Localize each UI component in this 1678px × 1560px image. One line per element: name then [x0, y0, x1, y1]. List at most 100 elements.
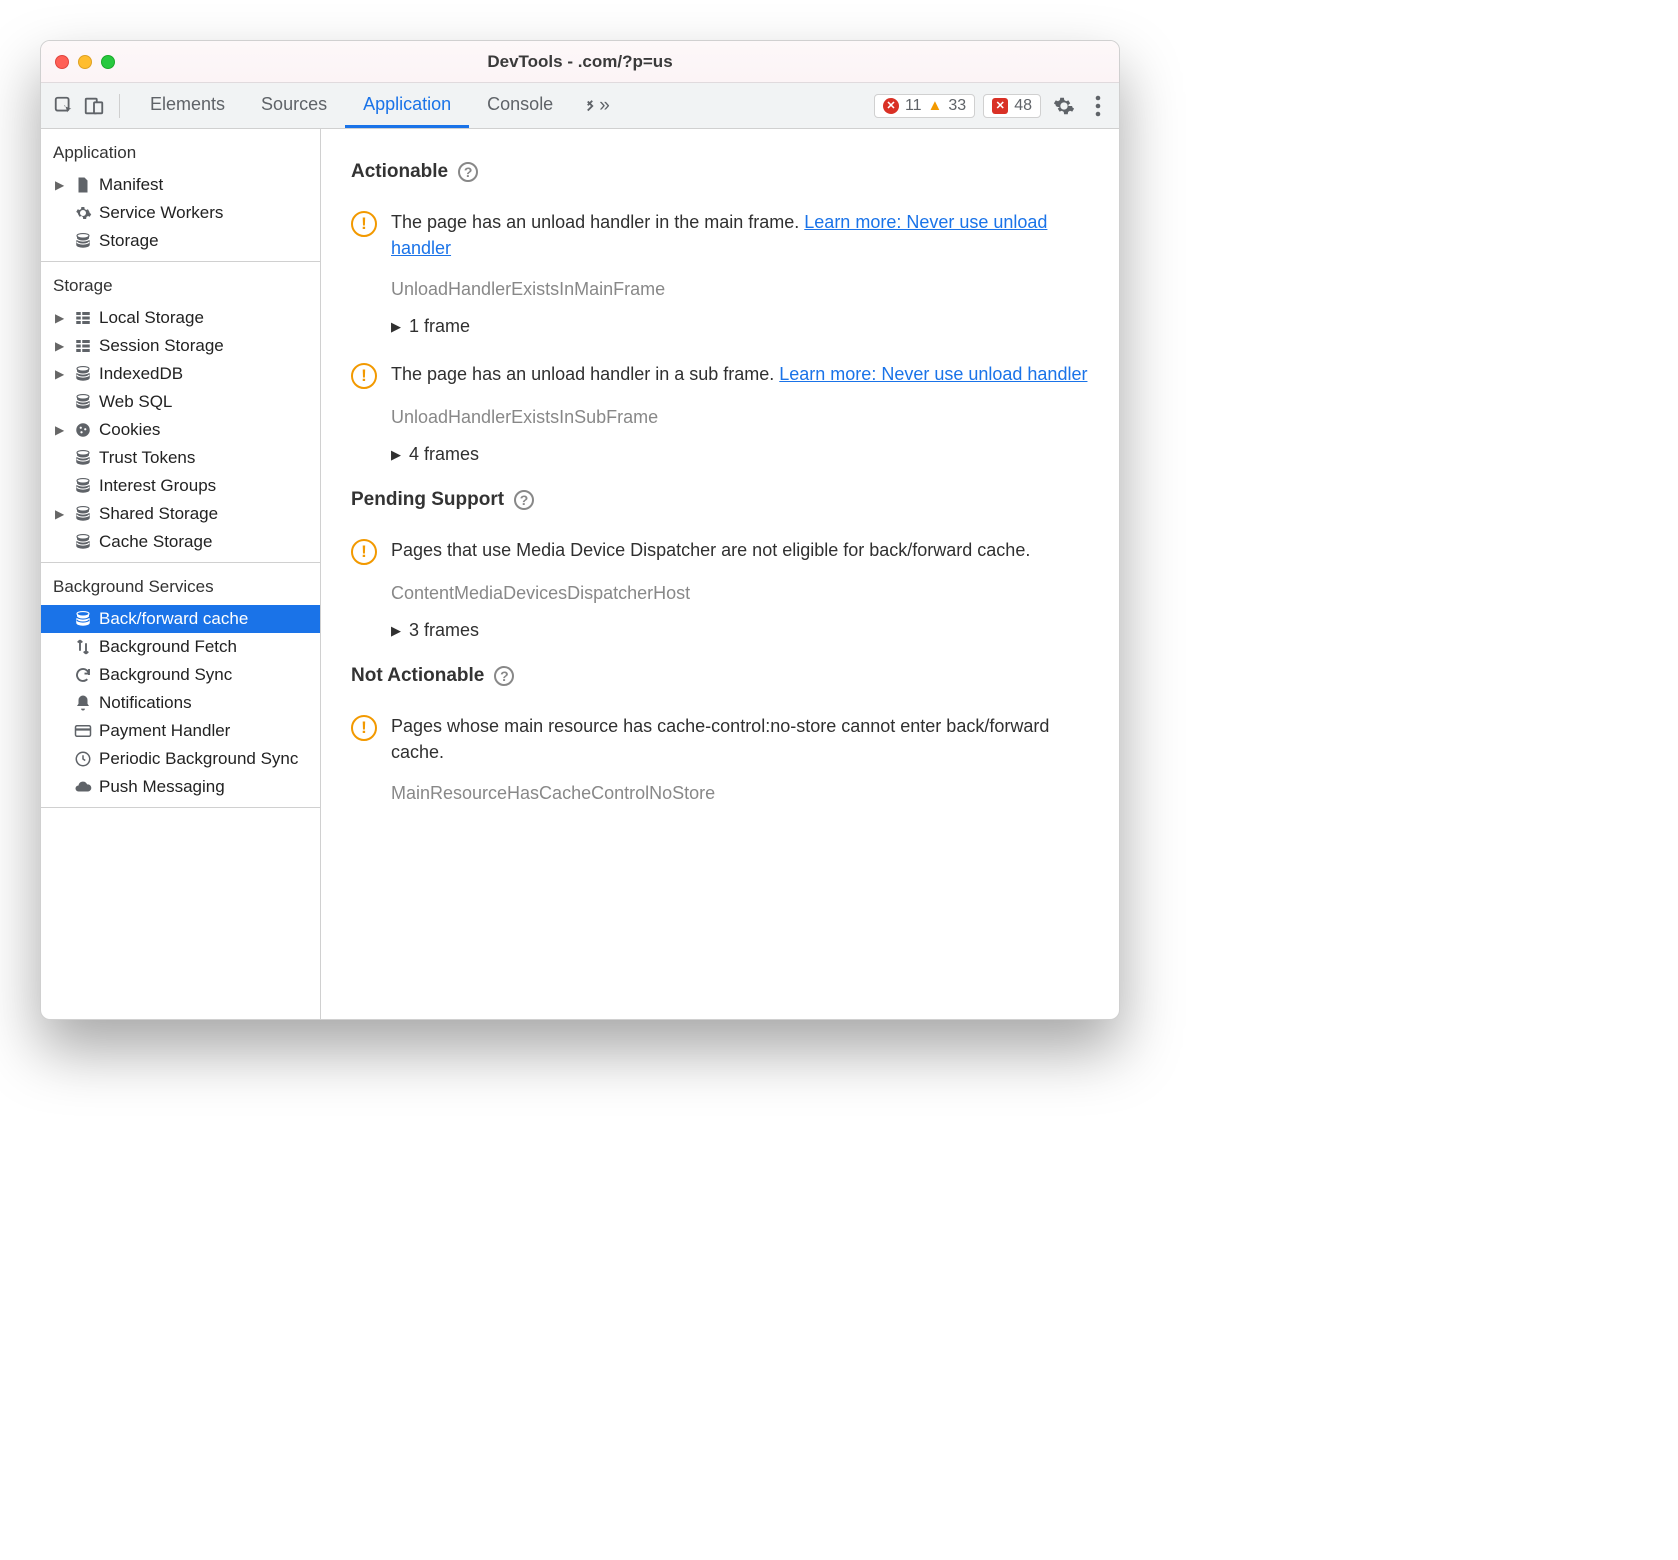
titlebar: DevTools - .com/?p=us	[41, 41, 1119, 83]
section-title-text: Pending Support	[351, 489, 504, 511]
sidebar-item-web-sql[interactable]: Web SQL	[41, 388, 320, 416]
sidebar-item-label: Background Fetch	[99, 637, 237, 657]
content-pane: Actionable?!The page has an unload handl…	[321, 129, 1119, 1019]
sidebar-item-label: Payment Handler	[99, 721, 230, 741]
help-icon[interactable]: ?	[458, 162, 478, 182]
more-menu-icon[interactable]	[1087, 95, 1109, 117]
db-icon	[73, 476, 93, 496]
issue-item: ! Pages whose main resource has cache-con…	[351, 713, 1089, 765]
sidebar-item-local-storage[interactable]: ▶Local Storage	[41, 304, 320, 332]
caret-icon: ▶	[391, 623, 401, 639]
issue-text: The page has an unload handler in the ma…	[391, 209, 1089, 261]
help-icon[interactable]: ?	[494, 666, 514, 686]
grid-icon	[73, 336, 93, 356]
issue-item: ! The page has an unload handler in the m…	[351, 209, 1089, 261]
sidebar-item-background-fetch[interactable]: Background Fetch	[41, 633, 320, 661]
issue-icon: ✕	[992, 98, 1008, 114]
sidebar-item-background-sync[interactable]: Background Sync	[41, 661, 320, 689]
issue-message: Pages whose main resource has cache-cont…	[391, 716, 1049, 762]
tab-elements[interactable]: Elements	[132, 83, 243, 128]
inspect-icon[interactable]	[51, 93, 77, 119]
status-badges: ✕ 11 ▲ 33 ✕ 48	[874, 94, 1041, 118]
sidebar-item-push-messaging[interactable]: Push Messaging	[41, 773, 320, 801]
sidebar-item-label: Shared Storage	[99, 504, 218, 524]
more-tabs-icon[interactable]: »	[571, 83, 620, 128]
expand-arrow-icon: ▶	[55, 311, 67, 325]
warnings-count: 33	[948, 97, 966, 115]
issue-expand-label: 4 frames	[409, 444, 479, 465]
panel-body: Application ▶ Manifest Service Workers Stora…	[41, 129, 1119, 1019]
sidebar-item-label: Web SQL	[99, 392, 172, 412]
sidebar-item-periodic-background-sync[interactable]: Periodic Background Sync	[41, 745, 320, 773]
sidebar-item-manifest[interactable]: ▶ Manifest	[41, 171, 320, 199]
section-title: Not Actionable?	[351, 665, 1089, 687]
issue-text: Pages whose main resource has cache-cont…	[391, 713, 1089, 765]
sidebar-item-cookies[interactable]: ▶Cookies	[41, 416, 320, 444]
issue-expand[interactable]: ▶3 frames	[391, 620, 1089, 641]
sidebar-item-shared-storage[interactable]: ▶Shared Storage	[41, 500, 320, 528]
window-title: DevTools - .com/?p=us	[41, 52, 1119, 72]
tab-application[interactable]: Application	[345, 83, 469, 128]
expand-arrow-icon: ▶	[55, 178, 67, 192]
sidebar-item-label: Push Messaging	[99, 777, 225, 797]
section-title-text: Not Actionable	[351, 665, 484, 687]
settings-icon[interactable]	[1045, 95, 1083, 117]
issue-code: MainResourceHasCacheControlNoStore	[391, 783, 1089, 804]
expand-arrow-icon: ▶	[55, 367, 67, 381]
sidebar-item-label: Session Storage	[99, 336, 224, 356]
issues-badge[interactable]: ✕ 48	[983, 94, 1041, 118]
issue-expand[interactable]: ▶1 frame	[391, 316, 1089, 337]
caret-icon: ▶	[391, 447, 401, 463]
device-toggle-icon[interactable]	[81, 93, 107, 119]
clock-icon	[73, 749, 93, 769]
db-icon	[73, 609, 93, 629]
errors-badge[interactable]: ✕ 11 ▲ 33	[874, 94, 975, 118]
help-icon[interactable]: ?	[514, 490, 534, 510]
issue-item: !The page has an unload handler in a sub…	[351, 361, 1089, 389]
sidebar-item-cache-storage[interactable]: Cache Storage	[41, 528, 320, 556]
devtools-window: DevTools - .com/?p=us Elements Sources A…	[40, 40, 1120, 1020]
sidebar-item-indexeddb[interactable]: ▶IndexedDB	[41, 360, 320, 388]
sidebar-item-payment-handler[interactable]: Payment Handler	[41, 717, 320, 745]
cloud-icon	[73, 777, 93, 797]
db-icon	[73, 392, 93, 412]
issue-expand[interactable]: ▶ 4 frames	[391, 444, 1089, 465]
caret-icon: ▶	[391, 319, 401, 335]
sync-icon	[73, 665, 93, 685]
sidebar-item-label: Service Workers	[99, 203, 223, 223]
tab-sources[interactable]: Sources	[243, 83, 345, 128]
panel-tabs: Elements Sources Application Console »	[132, 83, 620, 128]
tab-console[interactable]: Console	[469, 83, 571, 128]
bell-icon	[73, 693, 93, 713]
issues-count: 48	[1014, 97, 1032, 115]
sidebar-item-trust-tokens[interactable]: Trust Tokens	[41, 444, 320, 472]
sidebar-item-label: Manifest	[99, 175, 163, 195]
db-icon	[73, 364, 93, 384]
sidebar-item-service-workers[interactable]: Service Workers	[41, 199, 320, 227]
expand-arrow-icon: ▶	[55, 423, 67, 437]
sidebar-group: Application ▶ Manifest Service Workers Stora…	[41, 129, 320, 262]
error-icon: ✕	[883, 98, 899, 114]
issue-item: !Pages that use Media Device Dispatcher …	[351, 537, 1089, 565]
issue-code: UnloadHandlerExistsInMainFrame	[391, 279, 1089, 300]
sidebar-item-label: Back/forward cache	[99, 609, 248, 629]
cookie-icon	[73, 420, 93, 440]
warning-icon: !	[351, 211, 377, 237]
warning-icon: ▲	[928, 97, 943, 114]
sidebar-item-label: Notifications	[99, 693, 192, 713]
sidebar-item-interest-groups[interactable]: Interest Groups	[41, 472, 320, 500]
sidebar-item-storage[interactable]: Storage	[41, 227, 320, 255]
sidebar-item-notifications[interactable]: Notifications	[41, 689, 320, 717]
learn-more-link[interactable]: Learn more: Never use unload handler	[779, 364, 1087, 384]
file-icon	[73, 175, 93, 195]
sidebar-item-session-storage[interactable]: ▶Session Storage	[41, 332, 320, 360]
divider	[119, 94, 120, 118]
sidebar-group-head: Application	[41, 135, 320, 171]
sidebar-item-label: Cache Storage	[99, 532, 212, 552]
sidebar-item-back-forward-cache[interactable]: Back/forward cache	[41, 605, 320, 633]
sidebar-item-label: Periodic Background Sync	[99, 749, 298, 769]
section-title: Pending Support?	[351, 489, 1089, 511]
issue-message: The page has an unload handler in a sub …	[391, 364, 779, 384]
warning-icon: !	[351, 715, 377, 741]
card-icon	[73, 721, 93, 741]
